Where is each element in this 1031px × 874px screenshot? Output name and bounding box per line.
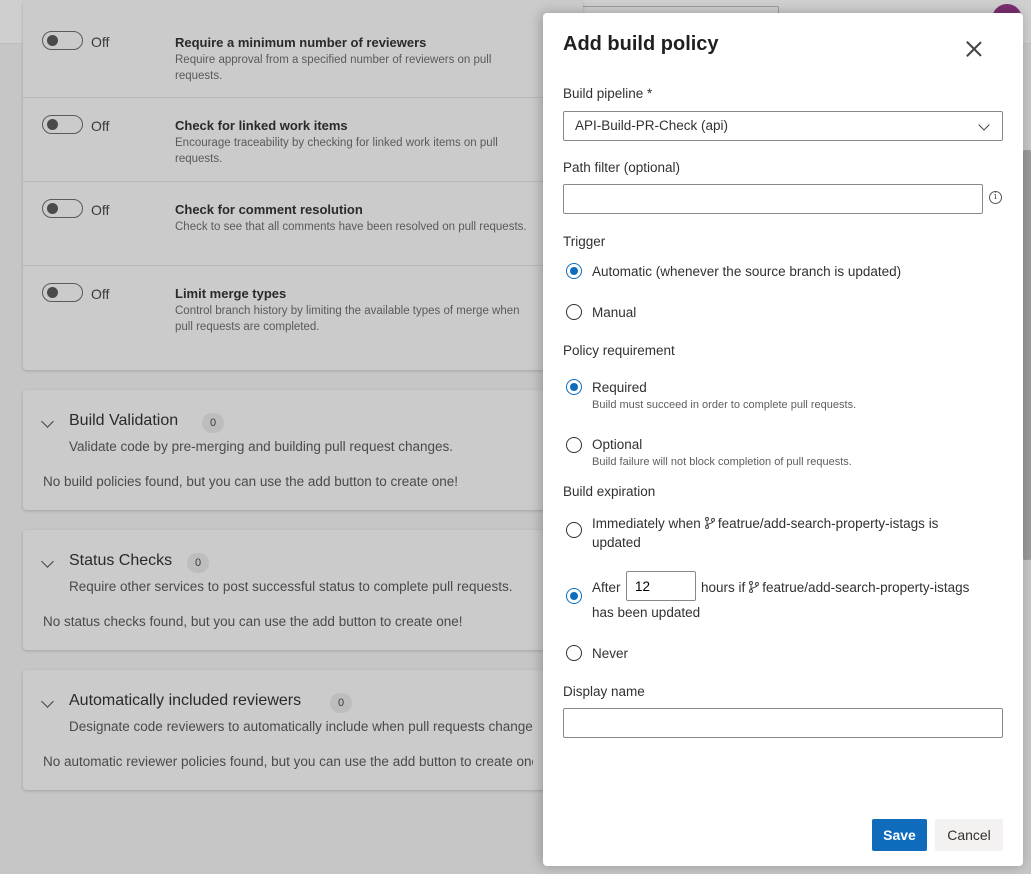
page-scrollbar[interactable] [1023, 150, 1031, 560]
limit-merge-types-toggle[interactable] [42, 283, 83, 302]
immediately-prefix: Immediately when [592, 516, 701, 531]
section-title[interactable]: Automatically included reviewers [69, 692, 301, 710]
after-prefix[interactable]: After [592, 580, 621, 595]
immediately-line2: updated [592, 535, 641, 550]
policy-row-comment-resolution: Off Check for comment resolution Check t… [23, 182, 583, 266]
section-title[interactable]: Status Checks [69, 552, 172, 570]
info-icon[interactable]: i [989, 191, 1002, 204]
branch-icon [704, 517, 715, 529]
trigger-automatic-label[interactable]: Automatic (whenever the source branch is… [592, 264, 901, 279]
requirement-required-radio[interactable] [566, 379, 582, 395]
chevron-down-icon[interactable] [41, 415, 54, 428]
policy-row-linked-work-items: Off Check for linked work items Encourag… [23, 98, 583, 182]
comment-resolution-toggle[interactable] [42, 199, 83, 218]
minimum-reviewers-toggle[interactable] [42, 31, 83, 50]
after-line2: has been updated [592, 605, 701, 620]
auto-reviewers-section: Automatically included reviewers 0 Desig… [23, 670, 583, 790]
policy-row-minimum-reviewers: Off Require a minimum number of reviewer… [23, 14, 583, 98]
expiration-after-radio[interactable] [566, 588, 582, 604]
after-hours-label[interactable]: hours if featrue/add-search-property-ista… [701, 580, 969, 595]
chevron-down-icon [978, 119, 990, 131]
build-expiration-label: Build expiration [563, 484, 656, 499]
trigger-label: Trigger [563, 234, 606, 249]
trigger-manual-radio[interactable] [566, 304, 582, 320]
requirement-required-description: Build must succeed in order to complete … [592, 399, 857, 411]
requirement-required-label[interactable]: Required [592, 380, 647, 395]
expiration-immediately-radio[interactable] [566, 522, 582, 538]
panel-title: Add build policy [563, 33, 719, 55]
requirement-optional-radio[interactable] [566, 437, 582, 453]
trigger-manual-label[interactable]: Manual [592, 305, 636, 320]
display-name-label: Display name [563, 684, 645, 699]
cancel-button[interactable]: Cancel [935, 819, 1003, 851]
chevron-down-icon[interactable] [41, 695, 54, 708]
policy-row-limit-merge-types: Off Limit merge types Control branch his… [23, 266, 583, 350]
section-title[interactable]: Build Validation [69, 412, 178, 430]
policy-description: Encourage traceability by checking for l… [175, 137, 498, 165]
section-description: Validate code by pre-merging and buildin… [69, 439, 453, 454]
policy-requirement-label: Policy requirement [563, 343, 675, 358]
toggle-state: Off [91, 34, 110, 50]
expiration-never-label[interactable]: Never [592, 646, 628, 661]
branch-name: featrue/add-search-property-istags [717, 516, 925, 531]
branch-policies-card: Off Require a minimum number of reviewer… [23, 0, 583, 370]
expiration-immediately-label[interactable]: Immediately when featrue/add-search-prope… [592, 514, 972, 552]
build-pipeline-dropdown[interactable]: API-Build-PR-Check (api) [563, 111, 1003, 141]
toggle-state: Off [91, 118, 110, 134]
build-pipeline-value: API-Build-PR-Check (api) [575, 118, 729, 133]
display-name-input[interactable] [563, 708, 1003, 738]
linked-work-items-toggle[interactable] [42, 115, 83, 134]
policy-description: Control branch history by limiting the a… [175, 305, 520, 333]
policy-title: Limit merge types [175, 286, 287, 301]
branch-icon [749, 581, 760, 593]
policy-description: Require approval from a specified number… [175, 54, 492, 82]
toggle-state: Off [91, 202, 110, 218]
trigger-automatic-radio[interactable] [566, 263, 582, 279]
add-build-policy-panel: Add build policy Build pipeline * API-Bu… [543, 13, 1023, 866]
expiration-never-radio[interactable] [566, 645, 582, 661]
policy-title: Require a minimum number of reviewers [175, 35, 427, 50]
policy-description: Check to see that all comments have been… [175, 221, 527, 233]
branch-name: featrue/add-search-property-istags [762, 580, 970, 595]
empty-state-text: No build policies found, but you can use… [43, 474, 459, 489]
requirement-optional-label[interactable]: Optional [592, 437, 642, 452]
after-middle: hours if [701, 580, 746, 595]
save-button[interactable]: Save [872, 819, 927, 851]
status-checks-section: Status Checks 0 Require other services t… [23, 530, 583, 650]
count-badge: 0 [187, 553, 209, 573]
empty-state-text: No status checks found, but you can use … [43, 614, 463, 629]
hours-input[interactable] [626, 571, 696, 601]
count-badge: 0 [202, 413, 224, 433]
policy-title: Check for comment resolution [175, 202, 363, 217]
chevron-down-icon[interactable] [41, 555, 54, 568]
policy-title: Check for linked work items [175, 118, 348, 133]
toggle-state: Off [91, 286, 110, 302]
path-filter-label: Path filter (optional) [563, 160, 681, 175]
immediately-suffix: is [928, 516, 939, 531]
build-validation-section: Build Validation 0 Validate code by pre-… [23, 390, 583, 510]
empty-state-text: No automatic reviewer policies found, bu… [43, 754, 533, 769]
path-filter-input[interactable] [563, 184, 983, 214]
close-icon[interactable] [963, 38, 985, 60]
count-badge: 0 [330, 693, 352, 713]
build-pipeline-label: Build pipeline * [563, 86, 653, 101]
section-description: Designate code reviewers to automaticall… [69, 719, 533, 734]
requirement-optional-description: Build failure will not block completion … [592, 456, 852, 468]
section-description: Require other services to post successfu… [69, 579, 513, 594]
